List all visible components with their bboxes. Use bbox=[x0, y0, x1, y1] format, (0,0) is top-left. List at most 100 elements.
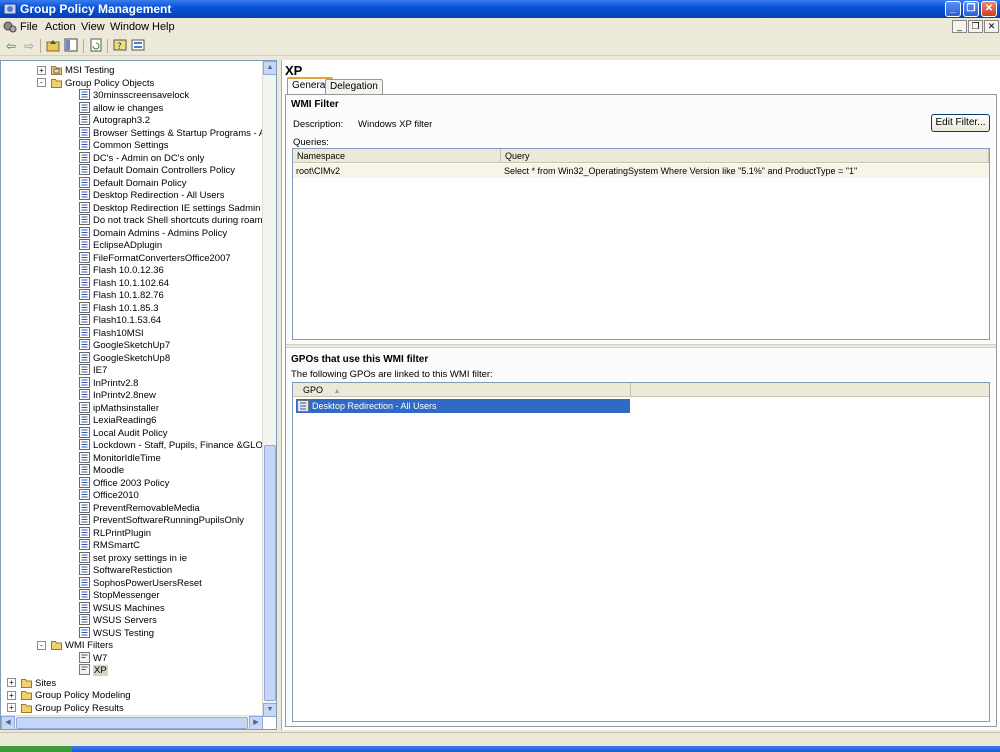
tree-item[interactable]: Flash10.1.53.64 bbox=[79, 314, 161, 326]
tree-item[interactable]: EclipseADplugin bbox=[79, 239, 162, 251]
expand-icon[interactable]: + bbox=[7, 703, 16, 712]
scroll-up-arrow-icon[interactable]: ▲ bbox=[263, 61, 276, 75]
tree-item[interactable]: InPrintv2.8 bbox=[79, 376, 138, 389]
tab-delegation[interactable]: Delegation bbox=[325, 79, 383, 95]
tree-item-label: Group Policy Modeling bbox=[35, 690, 131, 701]
tree-item[interactable]: Default Domain Policy bbox=[79, 176, 186, 189]
help-icon[interactable]: ? bbox=[112, 38, 128, 54]
tree-item[interactable]: 30minsscreensavelock bbox=[79, 89, 189, 101]
collapse-icon[interactable]: - bbox=[37, 640, 46, 650]
tree-item[interactable]: Group Policy Objects bbox=[51, 77, 154, 89]
queries-table[interactable]: Namespace Query root\CIMv2 Select * from… bbox=[292, 148, 990, 340]
tree-item[interactable]: GoogleSketchUp7 bbox=[79, 339, 170, 351]
tree-item[interactable]: RMSmartC bbox=[79, 539, 140, 551]
tree-item[interactable]: Autograph3.2 bbox=[79, 114, 150, 126]
tree-item[interactable]: IE7 bbox=[79, 364, 107, 376]
tree-item[interactable]: Office2010 bbox=[79, 489, 139, 501]
show-hide-tree-icon[interactable] bbox=[63, 38, 79, 54]
back-arrow-icon[interactable]: ⇦ bbox=[3, 38, 19, 54]
collapse-icon[interactable]: - bbox=[37, 78, 46, 87]
tree-item[interactable]: InPrintv2.8new bbox=[79, 389, 156, 401]
menu-view[interactable]: View bbox=[81, 21, 105, 33]
gpo-column-header[interactable]: GPO ▲ bbox=[293, 383, 631, 397]
tree-item[interactable]: Office 2003 Policy bbox=[79, 476, 169, 489]
up-folder-icon[interactable] bbox=[45, 38, 61, 54]
tree-item[interactable]: SophosPowerUsersReset bbox=[79, 576, 202, 589]
expand-icon[interactable]: + bbox=[37, 65, 46, 75]
tree-item[interactable]: Browser Settings & Startup Programs - Al… bbox=[79, 126, 276, 139]
tree-item[interactable]: set proxy settings in ie bbox=[79, 551, 187, 564]
tree-item[interactable]: Local Audit Policy bbox=[79, 426, 167, 439]
close-button[interactable]: ✕ bbox=[981, 1, 997, 17]
refresh-icon[interactable] bbox=[88, 38, 104, 54]
table-row[interactable]: root\CIMv2 Select * from Win32_Operating… bbox=[293, 164, 989, 178]
tree-item[interactable]: Default Domain Controllers Policy bbox=[79, 164, 235, 176]
tree-vertical-scrollbar[interactable]: ▲ ▼ bbox=[262, 61, 276, 717]
tree-item[interactable]: Do not track Shell shortcuts during roam… bbox=[79, 214, 275, 226]
tree-item[interactable]: XP bbox=[79, 664, 108, 676]
tree-item[interactable]: Desktop Redirection IE settings Sadmin bbox=[79, 201, 260, 214]
expand-icon[interactable]: + bbox=[7, 678, 16, 687]
tree-item[interactable]: PreventRemovableMedia bbox=[79, 501, 200, 514]
mdi-close-button[interactable]: ✕ bbox=[984, 20, 999, 33]
tree-item[interactable]: FileFormatConvertersOffice2007 bbox=[79, 251, 231, 264]
console-tree[interactable]: + MSI Testing - Group Policy Objects 30minss… bbox=[0, 60, 277, 730]
console-icon[interactable] bbox=[3, 20, 17, 34]
menu-action[interactable]: Action bbox=[45, 21, 76, 33]
hscroll-thumb[interactable] bbox=[16, 717, 248, 729]
scroll-down-arrow-icon[interactable]: ▼ bbox=[263, 703, 276, 717]
tree-item[interactable]: SoftwareRestiction bbox=[79, 564, 172, 576]
tree-item[interactable]: ipMathsinstaller bbox=[79, 401, 159, 414]
tree-horizontal-scrollbar[interactable]: ◀ ▶ bbox=[1, 715, 263, 729]
tree-item[interactable]: Sites bbox=[21, 677, 56, 689]
mdi-restore-button[interactable]: ❐ bbox=[968, 20, 983, 33]
tree-item[interactable]: Domain Admins - Admins Policy bbox=[79, 226, 227, 239]
description-value: Windows XP filter bbox=[358, 119, 433, 130]
tree-item[interactable]: Desktop Redirection - All Users bbox=[79, 189, 224, 201]
gpo-list-item[interactable]: Desktop Redirection - All Users bbox=[296, 399, 630, 413]
tree-item[interactable]: Moodle bbox=[79, 464, 124, 476]
query-column-header[interactable]: Query bbox=[501, 149, 989, 163]
tree-item[interactable]: RLPrintPlugin bbox=[79, 526, 151, 539]
gpos-table[interactable]: GPO ▲ Desktop Redirection - All Users bbox=[292, 382, 990, 722]
tree-item[interactable]: WSUS Testing bbox=[79, 626, 154, 639]
menu-file[interactable]: File bbox=[20, 21, 38, 33]
properties-icon[interactable] bbox=[130, 38, 146, 54]
tree-item[interactable]: Group Policy Results bbox=[21, 702, 124, 714]
tree-item[interactable]: DC's - Admin on DC's only bbox=[79, 151, 204, 164]
tree-item[interactable]: MonitorIdleTime bbox=[79, 451, 161, 464]
start-button[interactable] bbox=[0, 746, 72, 752]
minimize-button[interactable]: _ bbox=[945, 1, 961, 17]
mdi-minimize-button[interactable]: _ bbox=[952, 20, 967, 33]
tree-item[interactable]: Lockdown - Staff, Pupils, Finance &GLOSC… bbox=[79, 439, 276, 451]
tree-item[interactable]: Group Policy Modeling bbox=[21, 689, 131, 701]
tree-item[interactable]: WMI Filters bbox=[51, 639, 113, 651]
tree-item[interactable]: Flash 10.1.102.64 bbox=[79, 276, 169, 289]
tree-item[interactable]: LexiaReading6 bbox=[79, 414, 156, 426]
menu-window[interactable]: Window bbox=[110, 21, 149, 33]
tree-item[interactable]: Flash 10.1.85.3 bbox=[79, 301, 159, 314]
scroll-thumb[interactable] bbox=[264, 445, 276, 701]
scroll-right-arrow-icon[interactable]: ▶ bbox=[249, 716, 263, 729]
pane-splitter[interactable] bbox=[286, 344, 996, 348]
maximize-button[interactable]: ❐ bbox=[963, 1, 979, 17]
namespace-column-header[interactable]: Namespace bbox=[293, 149, 501, 163]
tree-item[interactable]: Flash10MSI bbox=[79, 326, 144, 339]
scroll-left-arrow-icon[interactable]: ◀ bbox=[1, 716, 15, 729]
menu-help[interactable]: Help bbox=[152, 21, 175, 33]
tree-item[interactable]: Flash 10.1.82.76 bbox=[79, 289, 164, 301]
tree-item[interactable]: GoogleSketchUp8 bbox=[79, 351, 170, 364]
tree-item[interactable]: WSUS Servers bbox=[79, 614, 157, 626]
tree-item[interactable]: PreventSoftwareRunningPupilsOnly bbox=[79, 514, 244, 526]
edit-filter-button[interactable]: Edit Filter... bbox=[931, 114, 990, 132]
title-bar[interactable]: Group Policy Management _ ❐ ✕ bbox=[0, 0, 1000, 18]
tree-item[interactable]: W7 bbox=[79, 651, 107, 664]
tree-item[interactable]: MSI Testing bbox=[51, 64, 114, 76]
tree-item[interactable]: allow ie changes bbox=[79, 101, 163, 114]
forward-arrow-icon[interactable]: ⇨ bbox=[21, 38, 37, 54]
tree-item[interactable]: StopMessenger bbox=[79, 589, 160, 601]
tree-item[interactable]: Flash 10.0.12.36 bbox=[79, 264, 164, 276]
tree-item[interactable]: WSUS Machines bbox=[79, 601, 165, 614]
tree-item[interactable]: Common Settings bbox=[79, 139, 169, 151]
expand-icon[interactable]: + bbox=[7, 690, 16, 700]
